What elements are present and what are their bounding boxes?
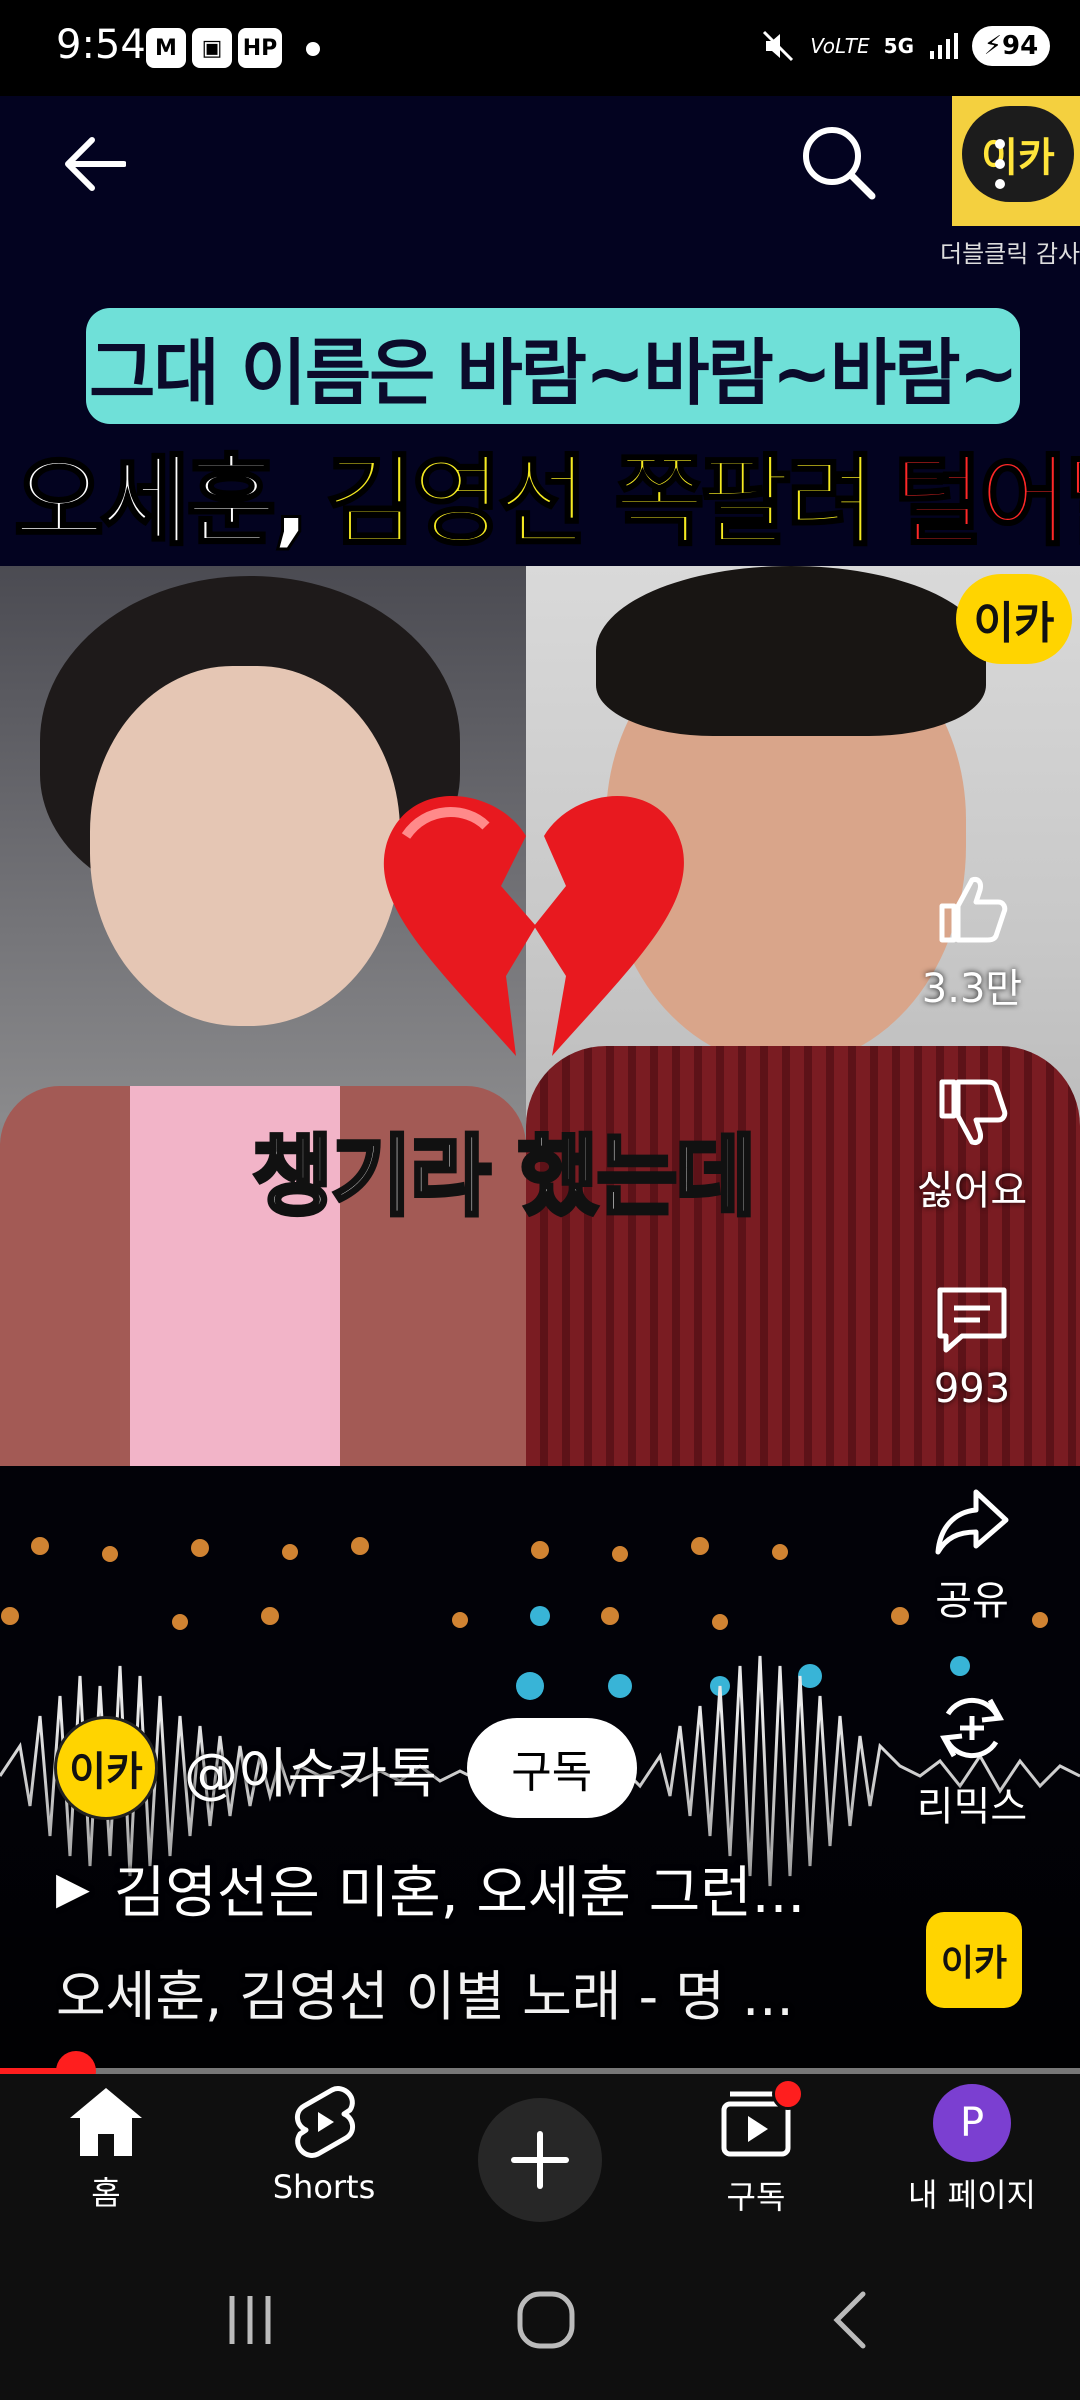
like-button[interactable]: 3.3만: [892, 870, 1052, 1014]
more-options-button[interactable]: [978, 124, 1022, 204]
share-label: 공유: [935, 1578, 1009, 1624]
video-caption-bottom: 챙기라 했는데: [250, 1123, 758, 1230]
system-nav-bar: [0, 2240, 1080, 2400]
share-icon: [932, 1482, 1012, 1562]
caption-title-part3: 털어달라: [891, 444, 1080, 561]
play-icon: ▶: [56, 1863, 90, 1914]
video-logo-badge: 이카: [956, 574, 1072, 664]
nav-subscriptions-label: 구독: [726, 2178, 786, 2216]
status-bar: 9:54 M ▣ HP VoLTE 5G ⚡ 94: [0, 0, 1080, 96]
more-dot-icon: [995, 139, 1005, 149]
caption-title-part1: 오세훈,: [13, 444, 312, 561]
new-content-dot: [772, 2078, 804, 2110]
chevron-left-icon: [833, 2291, 866, 2349]
arrow-left-icon: [65, 137, 126, 191]
mute-icon: [763, 30, 794, 62]
battery-level: 94: [1002, 31, 1039, 61]
status-time: 9:54: [56, 22, 146, 68]
nav-shorts-label: Shorts: [272, 2168, 376, 2206]
right-person-hair: [596, 566, 986, 736]
search-button[interactable]: [796, 120, 880, 204]
watermark-subtext: 더블클릭 감사: [940, 240, 1080, 268]
share-button[interactable]: 공유: [892, 1482, 1052, 1626]
comment-count: 993: [933, 1366, 1011, 1412]
gallery-notification-icon: ▣: [192, 28, 232, 68]
network-generation: 5G: [883, 34, 914, 58]
nav-home[interactable]: 홈: [6, 2084, 206, 2214]
dislike-label: 싫어요: [916, 1168, 1028, 1214]
bottom-nav: 홈 Shorts 구독 P 내 페이지: [0, 2074, 1080, 2240]
nav-profile[interactable]: P 내 페이지: [872, 2084, 1072, 2216]
status-right-group: VoLTE 5G ⚡ 94: [760, 26, 1050, 66]
plus-icon: [511, 2131, 569, 2189]
hp-notification-icon: HP: [238, 28, 282, 68]
back-button[interactable]: [54, 124, 134, 204]
caption-title-part2: 김영선 쪽팔려: [324, 444, 878, 561]
recent-apps-button[interactable]: [200, 2280, 300, 2360]
signal-icon: [930, 33, 958, 59]
subscribe-button[interactable]: 구독: [466, 1718, 637, 1818]
thumbs-down-icon: [932, 1072, 1012, 1152]
battery-indicator: ⚡ 94: [972, 26, 1050, 66]
remix-icon: [932, 1688, 1012, 1768]
video-description[interactable]: 오세훈, 김영선 이별 노래 - 명 ...: [56, 1952, 856, 2031]
gmail-notification-icon: M: [146, 28, 186, 68]
more-dot-icon: [995, 159, 1005, 169]
search-icon: [803, 127, 876, 200]
video-title-text: 김영선은 미혼, 오세훈 그런...: [113, 1861, 806, 1926]
more-dot-icon: [995, 179, 1005, 189]
thumbs-up-icon: [932, 870, 1012, 950]
home-icon: [70, 2088, 142, 2156]
subscriptions-icon-wrap: [716, 2078, 804, 2164]
shorts-icon: [295, 2086, 355, 2158]
channel-handle[interactable]: @이슈카톡: [184, 1729, 437, 1808]
create-button[interactable]: [478, 2098, 602, 2222]
remix-label: 리믹스: [916, 1784, 1028, 1830]
comment-icon: [932, 1280, 1012, 1360]
comments-button[interactable]: 993: [892, 1280, 1052, 1412]
bolt-icon: ⚡: [983, 31, 1003, 61]
volte-label: VoLTE: [810, 34, 870, 58]
sound-source-button[interactable]: 이카: [926, 1912, 1022, 2008]
recent-apps-icon: [229, 2296, 271, 2344]
broken-heart-icon: [383, 796, 684, 1056]
dislike-button[interactable]: 싫어요: [892, 1072, 1052, 1216]
nav-shorts[interactable]: Shorts: [224, 2084, 424, 2206]
back-system-button[interactable]: [800, 2280, 900, 2360]
profile-avatar: P: [933, 2084, 1011, 2162]
video-caption-top: 그대 이름은 바람~바람~바람~: [86, 308, 1020, 424]
video-title[interactable]: ▶ 김영선은 미혼, 오세훈 그런...: [56, 1848, 856, 1929]
video-caption-title: 오세훈, 김영선 쪽팔려 털어달라: [13, 428, 1080, 561]
home-system-button[interactable]: [496, 2280, 596, 2360]
channel-avatar[interactable]: 이카: [54, 1716, 158, 1820]
channel-row: 이카 @이슈카톡 구독: [54, 1712, 637, 1824]
nav-subscriptions[interactable]: 구독: [656, 2078, 856, 2218]
nav-home-label: 홈: [91, 2174, 121, 2212]
remix-button[interactable]: 리믹스: [892, 1688, 1052, 1832]
like-count: 3.3만: [921, 966, 1023, 1012]
nav-profile-label: 내 페이지: [908, 2176, 1036, 2214]
more-notifications-dot: [306, 42, 320, 56]
left-person-face: [90, 666, 400, 1026]
home-circle-icon: [517, 2291, 575, 2349]
